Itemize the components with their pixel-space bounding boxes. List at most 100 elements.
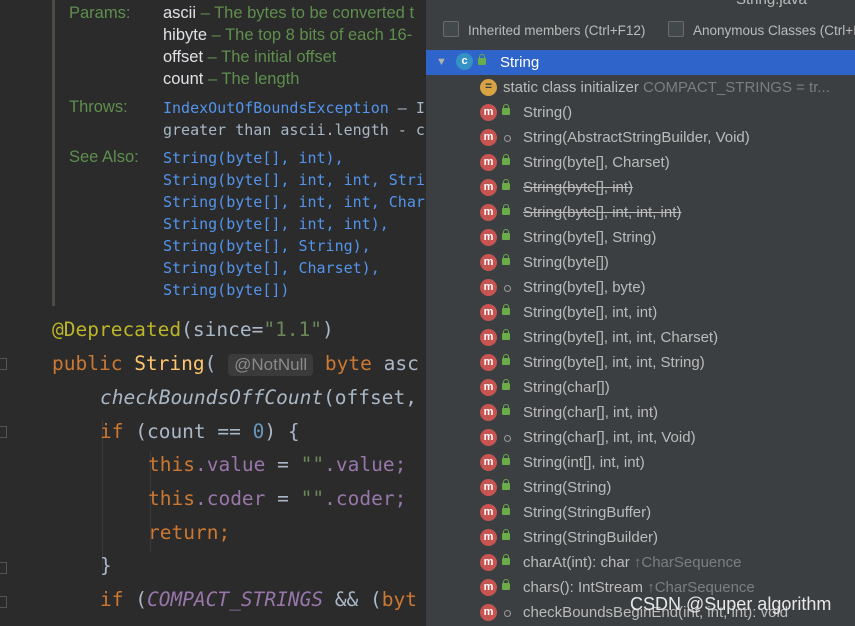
- see-also-link[interactable]: String(byte[], int),: [163, 149, 344, 167]
- method-icon: m: [480, 604, 497, 621]
- tree-item-label: String(String): [523, 479, 612, 496]
- see-also-link[interactable]: String(byte[]): [163, 281, 289, 299]
- tree-item[interactable]: m String(): [426, 100, 855, 125]
- tree-item[interactable]: = static class initializer COMPACT_STRING…: [426, 75, 855, 100]
- see-also-link[interactable]: String(byte[], int, int, Stri: [163, 171, 425, 189]
- method-icon: m: [480, 129, 497, 146]
- tree-item-label: static class initializer COMPACT_STRINGS…: [503, 79, 830, 96]
- inherited-members-checkbox[interactable]: Inherited members (Ctrl+F12): [443, 21, 645, 38]
- fold-marker-icon[interactable]: [0, 426, 7, 438]
- public-lock-icon: [502, 304, 510, 315]
- method-icon: m: [480, 104, 497, 121]
- tree-item-label: String(byte[]): [523, 254, 609, 271]
- code-editor[interactable]: Params: ascii – The bytes to be converte…: [0, 0, 425, 626]
- tree-root-label: String: [500, 54, 540, 71]
- see-also-link[interactable]: String(byte[], Charset),: [163, 259, 380, 277]
- tree-item-label: String(int[], int, int): [523, 454, 645, 471]
- tree-item-label: String(byte[], int, int, int): [523, 204, 682, 221]
- method-icon: m: [480, 504, 497, 521]
- tree-item-hint: COMPACT_STRINGS = tr...: [638, 79, 830, 96]
- tree-item[interactable]: m String(char[], int, int): [426, 400, 855, 425]
- structure-popup[interactable]: String.java Inherited members (Ctrl+F12)…: [425, 0, 855, 626]
- public-lock-icon: [502, 229, 510, 240]
- tree-item[interactable]: m String(byte[], int): [426, 175, 855, 200]
- tree-item[interactable]: m String(byte[], int, int): [426, 300, 855, 325]
- anonymous-classes-checkbox[interactable]: Anonymous Classes (Ctrl+I: [668, 21, 855, 38]
- doc-see-also-label: See Also:: [69, 148, 139, 166]
- method-icon: m: [480, 579, 497, 596]
- tree-item-label: String(char[], int, int): [523, 404, 659, 421]
- method-icon: m: [480, 329, 497, 346]
- popup-title: String.java: [736, 0, 807, 8]
- public-lock-icon: [502, 254, 510, 265]
- tree-item[interactable]: m String(byte[]): [426, 250, 855, 275]
- doc-comment-bar: [52, 0, 55, 306]
- tree-item[interactable]: m String(char[]): [426, 375, 855, 400]
- tree-item[interactable]: m String(int[], int, int): [426, 450, 855, 475]
- tree-item[interactable]: m String(byte[], int, int, Charset): [426, 325, 855, 350]
- see-also-link[interactable]: String(byte[], int, int, Char: [163, 193, 425, 211]
- doc-throws-link[interactable]: IndexOutOfBoundsException: [163, 99, 389, 117]
- method-icon: m: [480, 354, 497, 371]
- public-lock-icon: [502, 504, 510, 515]
- tree-item[interactable]: m String(byte[], byte): [426, 275, 855, 300]
- public-lock-icon: [502, 529, 510, 540]
- tree-item-label: String(byte[], int, int): [523, 304, 658, 321]
- method-icon: m: [480, 554, 497, 571]
- chevron-down-icon[interactable]: ▼: [436, 50, 447, 75]
- fold-marker-icon[interactable]: [0, 596, 7, 608]
- method-icon: m: [480, 154, 497, 171]
- tree-item[interactable]: m String(StringBuilder): [426, 525, 855, 550]
- doc-param-ascii: ascii – The bytes to be converted t: [163, 4, 415, 22]
- tree-item-label: String(char[]): [523, 379, 610, 396]
- code-line-if-compact: if (COMPACT_STRINGS && (byt: [100, 588, 418, 611]
- lock-icon: [478, 54, 486, 65]
- checkbox-icon[interactable]: [443, 21, 459, 37]
- package-private-icon: [504, 135, 511, 142]
- tree-item-label: String(byte[], int, int, Charset): [523, 329, 719, 346]
- tree-item-label: String(StringBuilder): [523, 529, 659, 546]
- code-line-close-brace: }: [100, 554, 112, 577]
- see-also-link[interactable]: String(byte[], int, int),: [163, 215, 389, 233]
- doc-param-hibyte: hibyte – The top 8 bits of each 16-: [163, 26, 413, 44]
- code-line-this-value: this.value = "".value;: [148, 453, 407, 476]
- method-icon: m: [480, 229, 497, 246]
- see-also-link[interactable]: String(byte[], String),: [163, 237, 371, 255]
- fold-marker-icon[interactable]: [0, 358, 7, 370]
- code-line-return: return;: [148, 521, 231, 544]
- class-icon: c: [456, 53, 473, 70]
- doc-throws-line: IndexOutOfBoundsException – If: [163, 99, 425, 117]
- doc-param-offset: offset – The initial offset: [163, 48, 337, 66]
- tree-root-string[interactable]: ▼ c String: [426, 50, 855, 75]
- tree-item-label: String(): [523, 104, 573, 121]
- tree-item-label: String(StringBuffer): [523, 504, 652, 521]
- public-lock-icon: [502, 104, 510, 115]
- tree-item[interactable]: m String(byte[], String): [426, 225, 855, 250]
- tree-item[interactable]: m String(StringBuffer): [426, 500, 855, 525]
- package-private-icon: [504, 610, 511, 617]
- public-lock-icon: [502, 204, 510, 215]
- doc-throws-label: Throws:: [69, 98, 128, 116]
- tree-item-label: String(byte[], int): [523, 179, 634, 196]
- doc-param-count: count – The length: [163, 70, 300, 88]
- method-icon: m: [480, 479, 497, 496]
- tree-item[interactable]: m String(String): [426, 475, 855, 500]
- tree-item[interactable]: m charAt(int): char ↑CharSequence: [426, 550, 855, 575]
- method-icon: m: [480, 454, 497, 471]
- method-icon: m: [480, 179, 497, 196]
- tree-item[interactable]: m String(byte[], Charset): [426, 150, 855, 175]
- checkbox-icon[interactable]: [668, 21, 684, 37]
- fold-marker-icon[interactable]: [0, 562, 7, 574]
- tree-item[interactable]: m String(byte[], int, int, int): [426, 200, 855, 225]
- tree-item[interactable]: m String(AbstractStringBuilder, Void): [426, 125, 855, 150]
- method-icon: m: [480, 279, 497, 296]
- tree-item-hint: ↑CharSequence: [629, 554, 742, 571]
- doc-throws-line2: greater than ascii.length - cou: [163, 121, 425, 139]
- tree-item[interactable]: m String(byte[], int, int, String): [426, 350, 855, 375]
- inlay-hint-notnull[interactable]: @NotNull: [228, 354, 314, 376]
- method-icon: m: [480, 204, 497, 221]
- tree-item-label: String(byte[], byte): [523, 279, 646, 296]
- public-lock-icon: [502, 354, 510, 365]
- tree-item[interactable]: m String(char[], int, int, Void): [426, 425, 855, 450]
- method-icon: m: [480, 529, 497, 546]
